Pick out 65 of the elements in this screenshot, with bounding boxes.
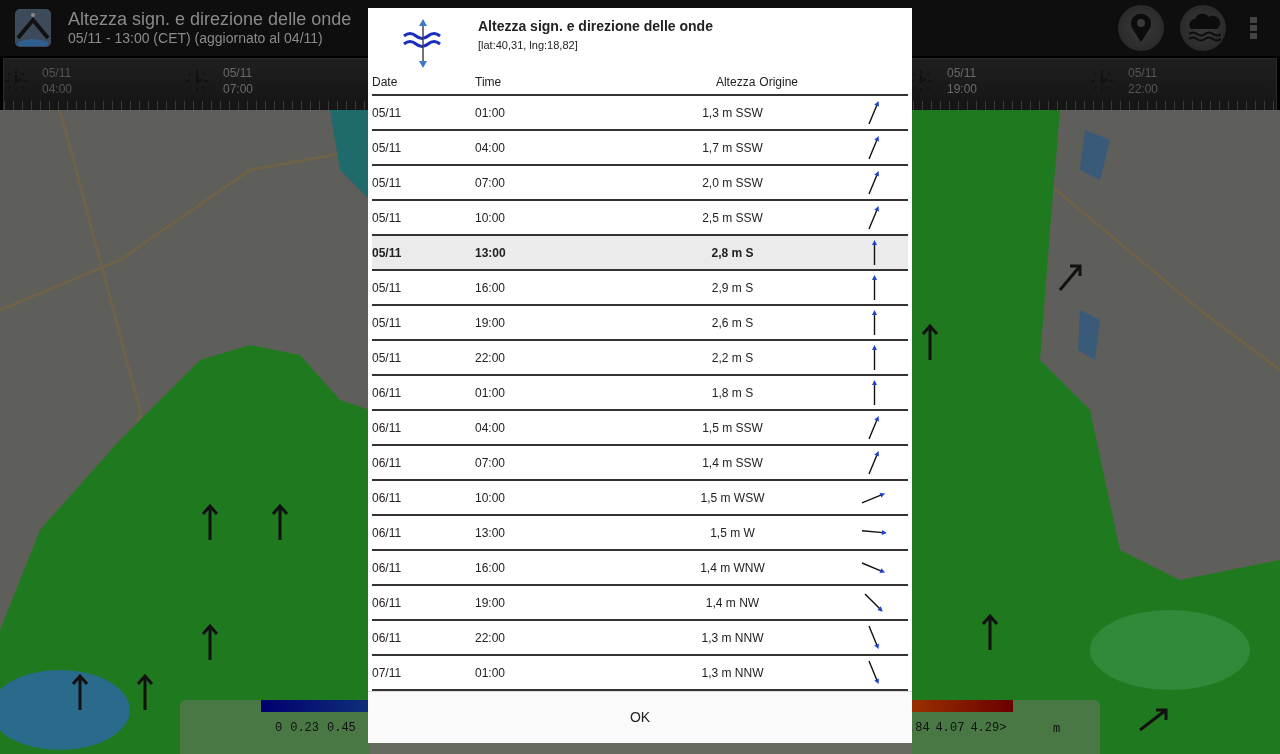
- table-cell-text: 10:00: [475, 489, 507, 507]
- table-cell-text: 06/11: [372, 594, 403, 612]
- scale-label: 0.45: [327, 720, 356, 737]
- table-cell-text: 07/11: [372, 664, 403, 682]
- table-cell-text: 22:00: [475, 629, 507, 647]
- table-cell-text: 06/11: [372, 559, 403, 577]
- table-cell-text: 05/11: [372, 104, 403, 122]
- table-cell: 2,8 m S: [711, 245, 754, 260]
- table-cell-text: 13:00: [475, 524, 507, 542]
- table-cell: 1,7 m SSW: [702, 140, 763, 155]
- table-cell-text: 07:00: [475, 454, 507, 472]
- table-cell-text: 19:00: [475, 314, 507, 332]
- table-cell: 1,3 m NNW: [701, 630, 764, 645]
- table-cell: 1,3 m NNW: [701, 665, 764, 680]
- table-cell-text: 05/11: [372, 139, 403, 157]
- table-cell: 2,6 m S: [711, 315, 754, 330]
- unit-label: m: [1052, 721, 1061, 738]
- scale-label: 0: [275, 720, 283, 737]
- table-cell: 1,4 m SSW: [702, 455, 763, 470]
- table-cell-text: 10:00: [475, 209, 507, 227]
- table-cell-text: 05/11: [372, 279, 403, 297]
- table-cell-text: 06/11: [372, 454, 403, 472]
- table-cell-text: 01:00: [475, 384, 507, 402]
- table-cell-text: 05/11: [372, 314, 403, 332]
- table-cell-text: 13:00: [475, 244, 507, 262]
- table-cell: 1,8 m S: [711, 385, 754, 400]
- table-cell-text: 06/11: [372, 489, 403, 507]
- table-cell-text: 05/11: [372, 349, 403, 367]
- table-cell: 1,5 m W: [710, 525, 755, 540]
- table-cell: 1,4 m WNW: [700, 560, 765, 575]
- table-cell-text: 06/11: [372, 524, 403, 542]
- table-cell-text: 06/11: [372, 419, 403, 437]
- coordinates-text: [lat:40,31, lng:18,82]: [478, 38, 579, 53]
- table-cell-text: 19:00: [475, 594, 507, 612]
- table-cell: 2,5 m SSW: [702, 210, 763, 225]
- table-cell: 1,3 m SSW: [702, 105, 763, 120]
- table-cell-text: 04:00: [475, 139, 507, 157]
- table-cell-text: 05/11: [372, 244, 403, 262]
- dialog-title: Altezza sign. e direzione delle onde: [478, 17, 713, 36]
- table-cell: 1,4 m NW: [705, 595, 760, 610]
- table-cell-text: 05/11: [372, 209, 403, 227]
- scale-label: 4.07: [935, 720, 965, 737]
- table-cell-text: 04:00: [475, 419, 507, 437]
- table-cell-text: 16:00: [475, 279, 507, 297]
- table-cell: 2,2 m S: [711, 350, 754, 365]
- scale-label: 4.29>: [970, 720, 1007, 737]
- table-cell: 1,5 m WSW: [700, 490, 765, 505]
- table-cell-text: 22:00: [475, 349, 507, 367]
- table-cell-text: 16:00: [475, 559, 507, 577]
- scale-label: 0.23: [290, 720, 319, 737]
- table-cell-text: 06/11: [372, 384, 403, 402]
- table-cell-text: 01:00: [475, 104, 507, 122]
- table-cell: 2,9 m S: [711, 280, 754, 295]
- column-header: Altezza: [715, 74, 756, 92]
- table-cell-text: 01:00: [475, 664, 507, 682]
- column-header: Time: [475, 74, 503, 92]
- table-cell-text: 07:00: [475, 174, 507, 192]
- table-cell: 2,0 m SSW: [702, 175, 763, 190]
- table-cell: 1,5 m SSW: [702, 420, 763, 435]
- table-cell-text: 05/11: [372, 174, 403, 192]
- table-cell-text: 06/11: [372, 629, 403, 647]
- app-subtitle: 05/11 - 13:00 (CET) (aggiornato al 04/11): [68, 29, 323, 47]
- column-header: Origine: [759, 74, 798, 92]
- app-title: Altezza sign. e direzione delle onde: [68, 9, 352, 29]
- column-header: Date: [372, 74, 399, 92]
